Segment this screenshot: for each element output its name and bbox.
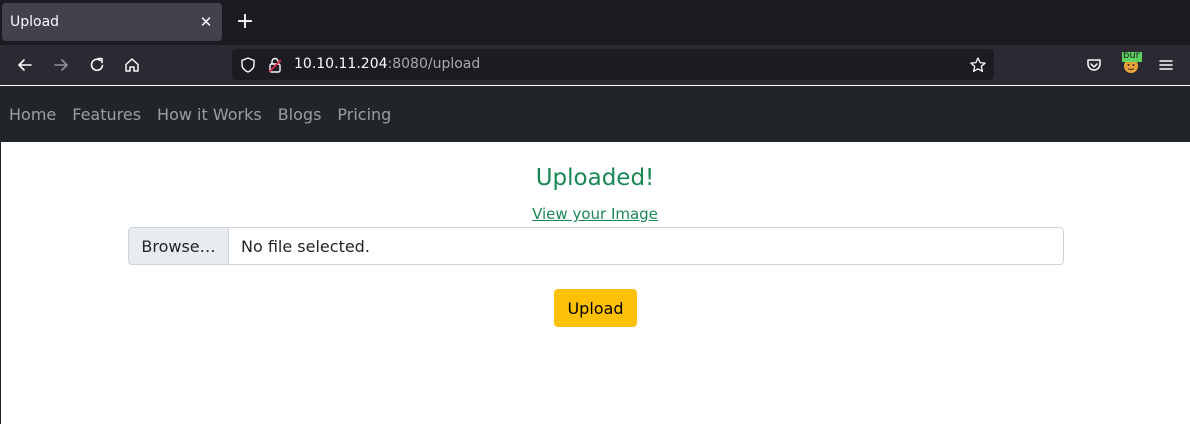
close-tab-icon[interactable]: ✕ bbox=[198, 13, 214, 31]
url-bar[interactable]: 10.10.11.204:8080/upload bbox=[232, 49, 994, 80]
nav-link-features[interactable]: Features bbox=[64, 105, 149, 124]
back-button[interactable] bbox=[13, 53, 37, 77]
nav-link-home[interactable]: Home bbox=[1, 105, 64, 124]
burp-extension-button[interactable]: bur bbox=[1122, 50, 1142, 76]
page-left-border bbox=[0, 86, 1, 424]
reload-button[interactable] bbox=[85, 53, 109, 77]
hamburger-menu-icon bbox=[1159, 60, 1173, 70]
back-arrow-icon bbox=[18, 59, 32, 71]
upload-button[interactable]: Upload bbox=[554, 289, 637, 327]
view-image-container: View your Image bbox=[0, 205, 1190, 223]
shield-icon[interactable] bbox=[239, 56, 257, 74]
tab-strip: Upload ✕ + bbox=[0, 0, 1190, 45]
bookmark-star-icon[interactable] bbox=[969, 56, 987, 74]
url-path: :8080/upload bbox=[387, 56, 481, 72]
nav-link-blogs[interactable]: Blogs bbox=[270, 105, 330, 124]
nav-toolbar: 10.10.11.204:8080/upload bur bbox=[0, 45, 1190, 85]
nav-link-how-it-works[interactable]: How it Works bbox=[149, 105, 270, 124]
new-tab-button[interactable]: + bbox=[232, 10, 258, 36]
pocket-icon bbox=[1087, 59, 1101, 71]
view-image-link[interactable]: View your Image bbox=[532, 205, 658, 223]
url-host: 10.10.11.204 bbox=[294, 56, 388, 72]
nav-link-pricing[interactable]: Pricing bbox=[329, 105, 399, 124]
url-text[interactable]: 10.10.11.204:8080/upload bbox=[294, 56, 480, 72]
forward-button[interactable] bbox=[49, 53, 73, 77]
insecure-lock-icon[interactable] bbox=[266, 56, 284, 74]
browse-button[interactable]: Browse… bbox=[129, 228, 229, 264]
reload-icon bbox=[90, 57, 104, 72]
site-navbar: Home Features How it Works Blogs Pricing bbox=[1, 86, 1190, 142]
tab-upload[interactable]: Upload ✕ bbox=[2, 3, 222, 41]
upload-success-heading: Uploaded! bbox=[535, 165, 655, 191]
menu-button[interactable] bbox=[1154, 53, 1178, 77]
file-input[interactable]: Browse… No file selected. bbox=[128, 227, 1064, 265]
tab-title: Upload bbox=[10, 14, 60, 30]
home-icon bbox=[125, 58, 139, 72]
home-button[interactable] bbox=[120, 53, 144, 77]
forward-arrow-icon bbox=[54, 59, 68, 71]
file-status-text: No file selected. bbox=[241, 236, 370, 256]
pocket-button[interactable] bbox=[1082, 53, 1106, 77]
burp-extension-label: bur bbox=[1123, 50, 1140, 61]
